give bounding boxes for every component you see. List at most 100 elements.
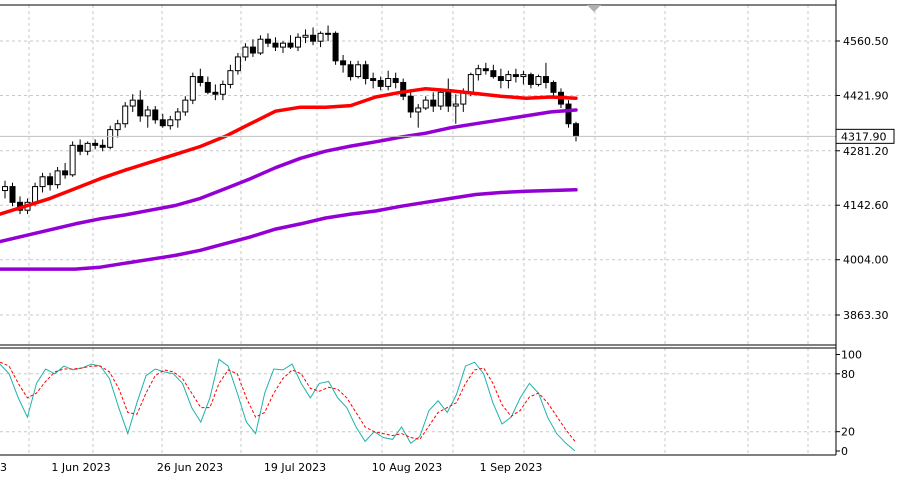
candle-bear xyxy=(287,42,294,48)
candle-bear xyxy=(47,176,54,186)
candle-bull xyxy=(279,42,286,48)
candle-bull xyxy=(520,74,527,78)
x-tick-label: 19 Jul 2023 xyxy=(264,461,326,474)
y-tick-label: 3863.30 xyxy=(843,309,889,322)
current-price-label: 4317.90 xyxy=(841,130,887,143)
candle-bear xyxy=(159,119,166,127)
candle-bear xyxy=(490,70,497,78)
grid xyxy=(0,5,836,455)
candle-bear xyxy=(550,81,557,93)
candle-bull xyxy=(422,99,429,109)
y-tick-label: 4281.20 xyxy=(843,145,889,158)
candle-bull xyxy=(302,34,309,38)
price-panel[interactable] xyxy=(0,25,836,271)
candle-bear xyxy=(370,78,377,81)
candle-bear xyxy=(310,34,317,42)
candle-bull xyxy=(144,109,151,117)
candle-bear xyxy=(204,81,211,93)
candle-bear xyxy=(347,64,354,78)
candle-bull xyxy=(355,64,362,78)
candle-bear xyxy=(482,68,489,72)
x-tick-label: 26 Jun 2023 xyxy=(157,461,223,474)
candle-bear xyxy=(377,79,384,87)
candle-bull xyxy=(182,99,189,113)
candle-bear xyxy=(542,76,549,83)
candle-bear xyxy=(99,144,106,148)
candle-bull xyxy=(467,74,474,93)
candle-bear xyxy=(340,60,347,66)
candle-bull xyxy=(129,99,136,107)
moving-average-line-3 xyxy=(0,188,578,271)
candle-bull xyxy=(69,144,76,176)
candle-bear xyxy=(137,99,144,117)
candle-bear xyxy=(512,74,519,78)
candle-bear xyxy=(212,91,219,95)
shift-marker-icon xyxy=(587,5,601,12)
candle-bear xyxy=(362,64,369,80)
candle-bull xyxy=(39,176,46,188)
candle-bull xyxy=(317,32,324,42)
stochastic-panel[interactable] xyxy=(0,358,576,452)
y-tick-label: 4560.50 xyxy=(843,35,889,48)
moving-average-line-2 xyxy=(0,108,578,244)
candle-bull xyxy=(385,78,392,87)
candle-bull xyxy=(32,186,39,203)
candle-bear xyxy=(565,103,572,125)
stoch-tick-label: 80 xyxy=(841,368,855,381)
candle-bull xyxy=(295,36,302,48)
trading-chart: 4317.90 4560.50 4421.90 4281.20 4142.60 4004.… xyxy=(0,0,895,474)
y-tick-label: 4004.00 xyxy=(843,254,889,267)
candle-bull xyxy=(257,38,264,54)
x-tick-label: 10 Aug 2023 xyxy=(372,461,442,474)
x-tick-label: 3 xyxy=(0,461,7,474)
candle-bull xyxy=(415,107,422,113)
candle-bear xyxy=(400,81,407,97)
stochastic-main-line xyxy=(0,358,576,452)
stoch-tick-label: 100 xyxy=(841,349,862,362)
candle-bear xyxy=(430,99,437,107)
candle-bear xyxy=(332,32,339,62)
candle-bull xyxy=(219,83,226,95)
candle-bull xyxy=(84,142,91,152)
stoch-tick-label: 20 xyxy=(841,426,855,439)
y-tick-label: 4421.90 xyxy=(843,89,889,102)
x-tick-label: 1 Sep 2023 xyxy=(480,461,543,474)
candle-bull xyxy=(505,74,512,81)
candle-bear xyxy=(445,91,452,107)
candle-bear xyxy=(197,76,204,83)
candle-bull xyxy=(535,76,542,85)
candle-bull xyxy=(437,91,444,107)
candle-bear xyxy=(9,186,16,203)
x-tick-label: 1 Jun 2023 xyxy=(51,461,110,474)
candle-bear xyxy=(92,142,99,146)
candle-bull xyxy=(475,68,482,76)
candle-bull xyxy=(325,32,332,35)
chart-frame xyxy=(0,0,837,456)
candle-bull xyxy=(107,129,114,148)
candle-bear xyxy=(497,76,504,81)
candle-bull xyxy=(122,105,129,125)
candle-bear xyxy=(272,42,279,48)
candle-bear xyxy=(264,38,271,44)
candle-bull xyxy=(54,170,61,186)
stoch-tick-label: 0 xyxy=(841,445,848,458)
candle-bull xyxy=(452,103,459,107)
candle-bull xyxy=(167,119,174,127)
candle-bear xyxy=(407,95,414,113)
candle-bear xyxy=(62,170,69,176)
x-axis: 3 1 Jun 2023 26 Jun 2023 19 Jul 2023 10 Aug … xyxy=(0,461,542,474)
y-tick-label: 4142.60 xyxy=(843,199,889,212)
candle-bull xyxy=(174,111,181,121)
y-axis: 4317.90 4560.50 4421.90 4281.20 4142.60 4004.… xyxy=(835,35,895,458)
candle-bear xyxy=(527,74,534,85)
candle-bear xyxy=(152,109,159,121)
candle-bull xyxy=(189,76,196,101)
candle-bull xyxy=(2,186,8,192)
candle-bear xyxy=(77,144,84,152)
candle-bull xyxy=(227,70,234,85)
candle-bear xyxy=(249,46,256,54)
candle-bull xyxy=(242,46,249,58)
candle-bear xyxy=(392,78,399,83)
candle-bull xyxy=(114,123,121,131)
candle-bear xyxy=(573,123,579,137)
